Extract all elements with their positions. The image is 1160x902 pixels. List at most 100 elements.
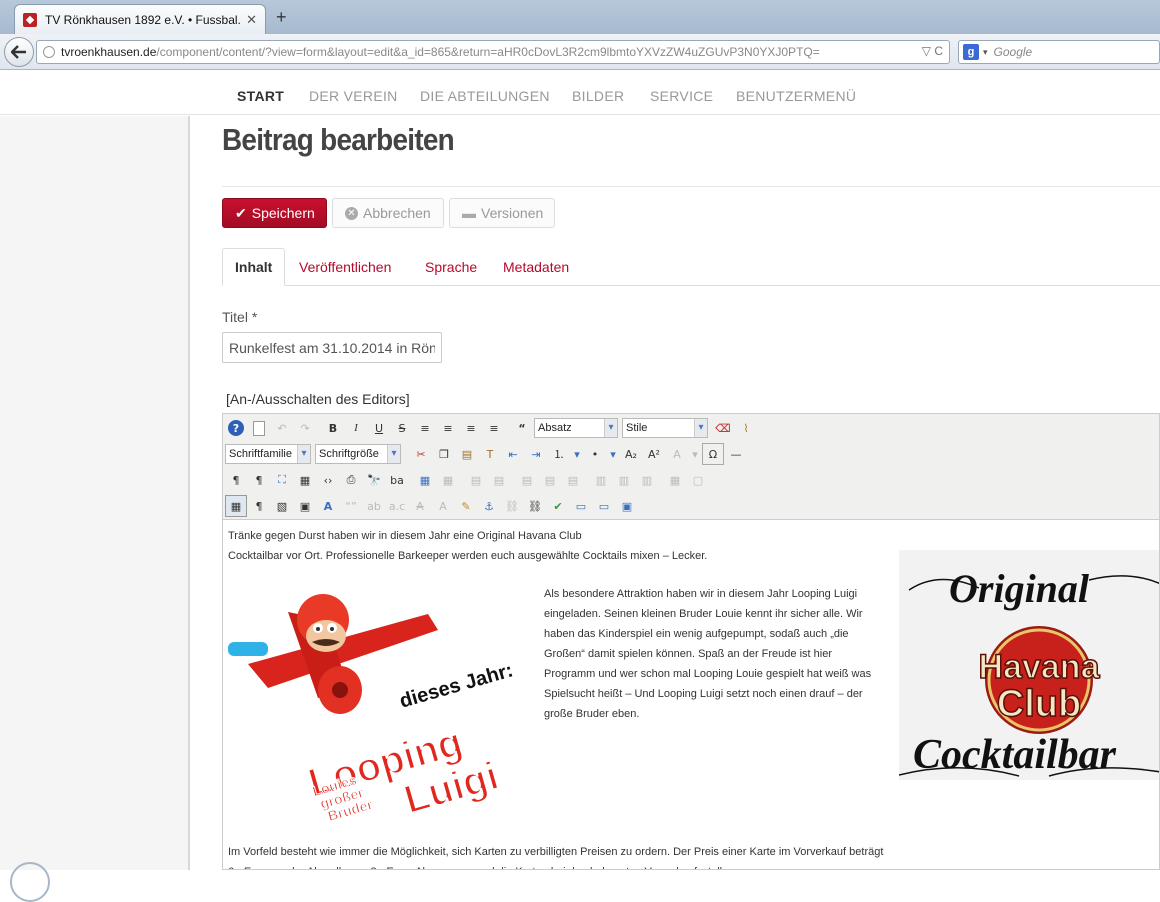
strikethrough-icon[interactable]: S <box>391 417 413 439</box>
editor-content-area[interactable]: Tränke gegen Durst haben wir in diesem J… <box>223 520 1160 869</box>
col-before-icon[interactable]: ▥ <box>590 469 612 491</box>
split-cells-icon[interactable]: ▢ <box>687 469 709 491</box>
eraser-icon[interactable]: ⌫ <box>712 417 734 439</box>
insert-image-icon[interactable]: ▣ <box>294 495 316 517</box>
align-right-icon[interactable]: ≡ <box>483 417 505 439</box>
search-replace-icon[interactable]: 🔭 <box>363 469 385 491</box>
align-center-icon[interactable]: ≡ <box>437 417 459 439</box>
looping-luigi-image[interactable]: dieses Jahr: Looping Luigi Louies großer… <box>228 580 518 820</box>
chevron-down-icon[interactable]: ▾ <box>571 443 583 465</box>
ltr-icon[interactable]: ¶ <box>225 469 247 491</box>
table-delete-icon[interactable]: ▦ <box>437 469 459 491</box>
search-input[interactable]: g ▾ Google <box>958 40 1160 64</box>
unlink-icon[interactable]: ⛓ <box>501 495 523 517</box>
anchor-icon[interactable]: ⚓ <box>478 495 500 517</box>
subscript-icon[interactable]: A₂ <box>620 443 642 465</box>
new-document-icon[interactable] <box>248 417 270 439</box>
undo-icon[interactable]: ↶ <box>271 417 293 439</box>
col-delete-icon[interactable]: ▤ <box>562 469 584 491</box>
havana-club-image[interactable]: Original Havana Club Cocktailbar <box>899 550 1160 780</box>
pagebreak-icon[interactable]: ▭ <box>570 495 592 517</box>
menu-item-die-abteilungen[interactable]: DIE ABTEILUNGEN <box>420 88 550 104</box>
cleanup-broom-icon[interactable]: ⌇ <box>735 417 757 439</box>
menu-item-der-verein[interactable]: DER VEREIN <box>309 88 398 104</box>
reload-icon[interactable]: ▽ C <box>922 44 943 58</box>
title-field[interactable] <box>222 332 442 363</box>
blockquote-icon[interactable]: “ <box>511 417 533 439</box>
cancel-circle-icon: ✕ <box>345 206 358 220</box>
tab-metadaten[interactable]: Metadaten <box>491 248 581 286</box>
tab-veroeffentlichen[interactable]: Veröffentlichen <box>287 248 403 286</box>
italic-icon[interactable]: I <box>345 417 367 439</box>
address-bar[interactable]: tvroenkhausen.de /component/content/?vie… <box>36 40 950 64</box>
text-color-icon[interactable]: A <box>666 443 688 465</box>
underline-icon[interactable]: U <box>368 417 390 439</box>
superscript-icon[interactable]: A² <box>643 443 665 465</box>
show-blocks-icon[interactable]: ¶ <box>248 495 270 517</box>
style-props-icon[interactable]: A <box>317 495 339 517</box>
close-tab-icon[interactable]: ✕ <box>246 12 257 28</box>
cut-icon[interactable]: ✂ <box>410 443 432 465</box>
toggle-editor-link[interactable]: [An-/Ausschalten des Editors] <box>226 391 410 407</box>
bold-icon[interactable]: B <box>322 417 344 439</box>
row-props-icon[interactable]: ▤ <box>516 469 538 491</box>
indent-icon[interactable]: ⇥ <box>525 443 547 465</box>
paste-icon[interactable]: ▤ <box>456 443 478 465</box>
cancel-button[interactable]: ✕ Abbrechen <box>332 198 444 228</box>
visual-aid-icon[interactable]: ▦ <box>225 495 247 517</box>
readmore-icon[interactable]: ▭ <box>593 495 615 517</box>
tab-sprache[interactable]: Sprache <box>413 248 489 286</box>
replace-icon[interactable]: ba <box>386 469 408 491</box>
fullscreen-icon[interactable]: ⛶ <box>271 469 293 491</box>
font-size-select[interactable]: Schriftgröße <box>315 444 401 464</box>
paste-text-icon[interactable]: T <box>479 443 501 465</box>
col-props-icon[interactable]: ▥ <box>636 469 658 491</box>
special-char-icon[interactable]: Ω <box>702 443 724 465</box>
merge-cells-icon[interactable]: ▦ <box>664 469 686 491</box>
tab-inhalt[interactable]: Inhalt <box>222 248 286 286</box>
delete-text-icon[interactable]: A <box>409 495 431 517</box>
abbr-icon[interactable]: ab <box>363 495 385 517</box>
align-left-icon[interactable]: ≡ <box>460 417 482 439</box>
chevron-down-icon[interactable]: ▾ <box>607 443 619 465</box>
browser-tab[interactable]: TV Rönkhausen 1892 e.V. • Fussbal... ✕ <box>14 4 266 34</box>
help-icon[interactable]: ? <box>225 417 247 439</box>
versions-button[interactable]: ▬ Versionen <box>449 198 555 228</box>
row-after-icon[interactable]: ▤ <box>488 469 510 491</box>
rtl-icon[interactable]: ¶ <box>248 469 270 491</box>
attributes-icon[interactable]: ✎ <box>455 495 477 517</box>
insert-text-icon[interactable]: A <box>432 495 454 517</box>
numbered-list-icon[interactable]: ⒈ <box>548 443 570 465</box>
row-delete-icon[interactable]: ▤ <box>539 469 561 491</box>
align-justify-icon[interactable]: ≡ <box>414 417 436 439</box>
print-icon[interactable]: ⎙ <box>340 469 362 491</box>
insert-table-icon[interactable]: ▦ <box>414 469 436 491</box>
redo-icon[interactable]: ↷ <box>294 417 316 439</box>
save-button[interactable]: ✔ Speichern <box>222 198 327 228</box>
outdent-icon[interactable]: ⇤ <box>502 443 524 465</box>
media-icon[interactable]: ▣ <box>616 495 638 517</box>
quote-icon[interactable]: “” <box>340 495 362 517</box>
horizontal-rule-icon[interactable]: — <box>725 443 747 465</box>
preview-icon[interactable]: ▦ <box>294 469 316 491</box>
format-select[interactable]: Absatz <box>534 418 618 438</box>
new-tab-button[interactable]: + <box>276 7 287 28</box>
menu-item-bilder[interactable]: BILDER <box>572 88 624 104</box>
font-family-select[interactable]: Schriftfamilie <box>225 444 311 464</box>
acronym-icon[interactable]: a.c <box>386 495 408 517</box>
code-icon[interactable]: ‹› <box>317 469 339 491</box>
back-button[interactable] <box>4 37 34 67</box>
link-icon[interactable]: ⛓ <box>524 495 546 517</box>
template-icon[interactable]: ▧ <box>271 495 293 517</box>
col-after-icon[interactable]: ▥ <box>613 469 635 491</box>
menu-item-benutzermenu[interactable]: BENUTZERMENÜ <box>736 88 856 104</box>
chevron-down-icon[interactable]: ▾ <box>983 47 988 58</box>
bullet-list-icon[interactable]: • <box>584 443 606 465</box>
spellcheck-icon[interactable]: ✔ <box>547 495 569 517</box>
style-select[interactable]: Stile <box>622 418 708 438</box>
menu-item-service[interactable]: SERVICE <box>650 88 713 104</box>
copy-icon[interactable]: ❐ <box>433 443 455 465</box>
chevron-down-icon[interactable]: ▾ <box>689 443 701 465</box>
row-before-icon[interactable]: ▤ <box>465 469 487 491</box>
menu-item-start[interactable]: START <box>237 88 284 104</box>
